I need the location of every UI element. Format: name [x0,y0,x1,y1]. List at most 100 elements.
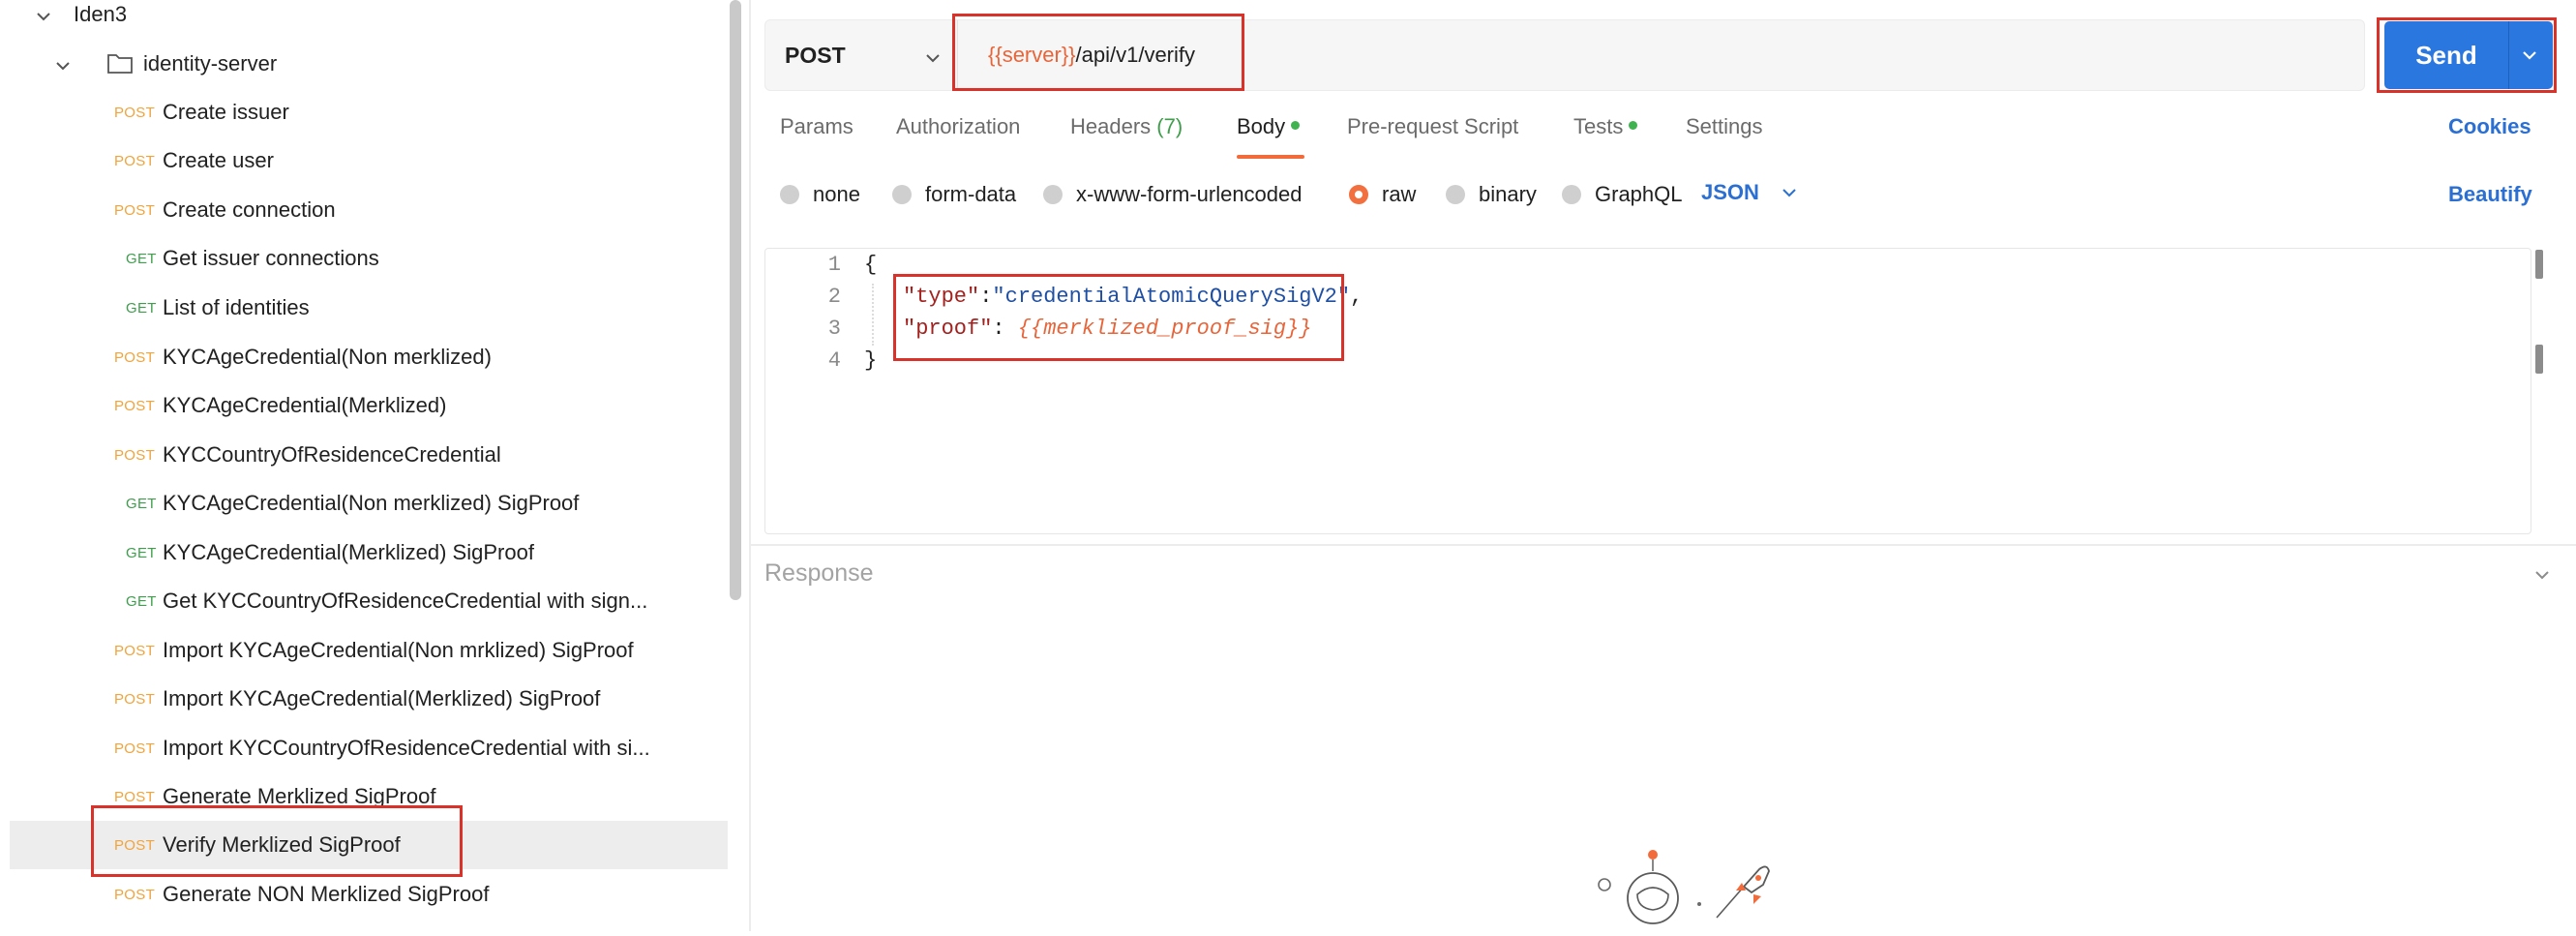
tab-settings[interactable]: Settings [1686,114,1763,139]
method-badge: POST [114,201,156,219]
method-badge: POST [114,788,156,805]
chevron-down-icon[interactable] [35,6,52,23]
method-badge: POST [114,642,156,659]
request-name: Create user [163,148,274,172]
request-item[interactable]: POST Import KYCAgeCredential(Non mrklized… [10,626,728,675]
tab-authorization[interactable]: Authorization [896,114,1020,139]
json-value-type: "credentialAtomicQuerySigV2" [992,285,1351,309]
radio-graphql[interactable]: GraphQL [1562,182,1683,207]
headers-count: (7) [1156,114,1183,138]
send-button[interactable]: Send [2384,21,2553,89]
tab-tests[interactable]: Tests [1573,114,1638,139]
radio-circle-icon [892,185,912,204]
method-select[interactable]: POST [765,20,955,90]
url-variable: {{server}} [988,43,1076,67]
chevron-down-icon[interactable] [54,55,72,73]
request-name: KYCAgeCredential(Non merklized) [163,345,492,369]
code-line-3: "proof": {{merklized_proof_sig}} [903,317,1311,341]
request-item[interactable]: GET Get KYCCountryOfResidenceCredential w… [10,577,728,625]
response-label: Response [764,559,874,587]
code-line-1: { [864,253,878,277]
beautify-link[interactable]: Beautify [2448,182,2532,207]
url-input[interactable]: {{server}}/api/v1/verify [988,20,1195,90]
radio-circle-icon [780,185,799,204]
folder-name-identity-server: identity-server [143,51,278,75]
tab-body[interactable]: Body [1237,114,1301,139]
chevron-down-icon[interactable] [2531,564,2553,586]
cookies-link[interactable]: Cookies [2448,114,2531,139]
method-badge: POST [114,348,156,366]
language-select[interactable]: JSON [1701,180,1798,205]
method-badge: POST [114,152,156,169]
radio-urlencoded[interactable]: x-www-form-urlencoded [1043,182,1303,207]
method-divider [957,20,958,90]
line-number: 3 [827,317,841,341]
url-path: /api/v1/verify [1075,43,1196,67]
code-editor[interactable]: 1 2 3 4 { "type":"credentialAtomicQueryS… [764,248,2531,534]
request-name: Import KYCAgeCredential(Merklized) SigPr… [163,686,601,710]
request-editor-pane: POST {{server}}/api/v1/verify Send Param… [751,0,2576,931]
request-item[interactable]: POST Import KYCCountryOfResidenceCredenti… [10,724,728,772]
request-item[interactable]: POST Create connection [10,186,728,234]
request-name: KYCCountryOfResidenceCredential [163,442,501,467]
folder-iden3[interactable]: Iden3 [10,0,728,39]
method-badge: GET [126,495,157,512]
request-item[interactable]: GET KYCAgeCredential(Non merklized) SigPr… [10,479,728,528]
request-item[interactable]: POST KYCAgeCredential(Non merklized) [10,333,728,381]
method-badge: POST [114,397,156,414]
method-badge: POST [114,836,156,854]
editor-scrollbar-thumb[interactable] [2535,345,2543,374]
request-name: Create issuer [163,100,289,124]
sidebar-scrollbar[interactable] [730,0,741,600]
url-bar: POST {{server}}/api/v1/verify [764,19,2365,91]
json-colon: : [979,285,993,309]
tab-prerequest-script[interactable]: Pre-request Script [1347,114,1518,139]
folder-name-iden3: Iden3 [74,2,128,26]
radio-label: raw [1382,182,1417,206]
tab-body-label: Body [1237,114,1286,138]
request-item[interactable]: POST KYCCountryOfResidenceCredential [10,431,728,479]
request-item[interactable]: POST Generate Merklized SigProof [10,772,728,821]
tab-params[interactable]: Params [780,114,854,139]
request-item-selected[interactable]: POST Verify Merklized SigProof [10,821,728,869]
json-key-type: "type" [903,285,980,309]
radio-circle-icon [1446,185,1465,204]
send-divider [2508,21,2509,89]
folder-identity-server[interactable]: identity-server [10,40,728,88]
radio-binary[interactable]: binary [1446,182,1537,207]
request-name: Generate NON Merklized SigProof [163,882,490,906]
request-name: Verify Merklized SigProof [163,832,401,857]
request-item[interactable]: POST Generate NON Merklized SigProof [10,870,728,919]
method-badge: POST [114,446,156,464]
radio-label: x-www-form-urlencoded [1076,182,1303,206]
editor-scrollbar-thumb[interactable] [2535,250,2543,279]
send-button-label: Send [2415,40,2477,70]
chevron-down-icon[interactable] [2520,45,2539,65]
line-number: 4 [827,348,841,373]
request-item[interactable]: POST Create issuer [10,88,728,136]
request-item[interactable]: GET KYCAgeCredential(Merklized) SigProof [10,528,728,577]
radio-form-data[interactable]: form-data [892,182,1016,207]
status-dot-icon [1291,120,1301,130]
json-comma: , [1350,285,1363,309]
request-item[interactable]: POST Import KYCAgeCredential(Merklized) S… [10,675,728,723]
response-divider [751,544,2576,546]
request-item[interactable]: GET Get issuer connections [10,234,728,283]
request-item[interactable]: POST Create user [10,136,728,185]
language-select-value: JSON [1701,180,1759,204]
method-badge: GET [126,299,157,317]
request-name: Import KYCAgeCredential(Non mrklized) Si… [163,638,634,662]
radio-raw[interactable]: raw [1349,182,1416,207]
tab-headers[interactable]: Headers (7) [1070,114,1183,139]
radio-none[interactable]: none [780,182,860,207]
collection-sidebar: Iden3 identity-server POST Create issuer … [0,0,751,931]
request-name: KYCAgeCredential(Merklized) SigProof [163,540,534,564]
folder-icon [106,51,134,75]
json-key-proof: "proof" [903,317,993,341]
radio-circle-icon [1043,185,1063,204]
request-item[interactable]: POST KYCAgeCredential(Merklized) [10,381,728,430]
request-item[interactable]: GET List of identities [10,284,728,332]
chevron-down-icon [924,46,942,64]
radio-label: form-data [925,182,1017,206]
code-line-4: } [864,348,878,373]
